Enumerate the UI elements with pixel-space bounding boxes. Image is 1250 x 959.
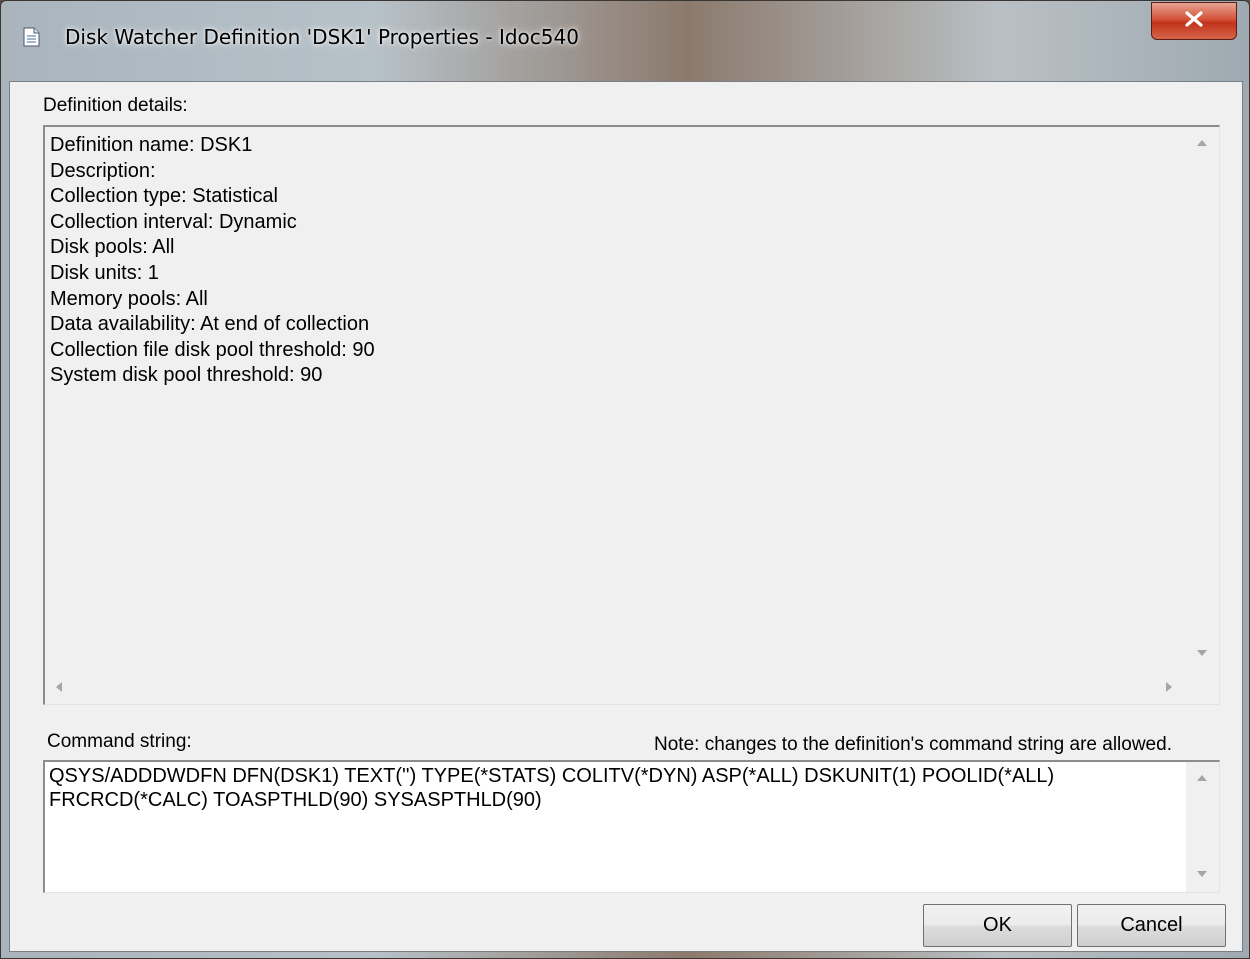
command-string-value[interactable]: QSYS/ADDDWDFN DFN(DSK1) TEXT('') TYPE(*S… <box>49 764 1169 812</box>
scroll-right-icon[interactable] <box>1166 682 1172 692</box>
window-title: Disk Watcher Definition 'DSK1' Propertie… <box>65 25 579 49</box>
detail-line: Collection interval: Dynamic <box>50 210 297 233</box>
command-string-label: Command string: <box>47 731 192 752</box>
close-icon <box>1185 11 1203 31</box>
command-vertical-scrollbar[interactable] <box>1186 762 1219 892</box>
title-bar[interactable]: Disk Watcher Definition 'DSK1' Propertie… <box>1 1 1249 79</box>
detail-line: Collection type: Statistical <box>50 185 278 208</box>
detail-line: Memory pools: All <box>50 287 208 310</box>
scroll-down-icon[interactable] <box>1197 650 1207 656</box>
scroll-left-icon[interactable] <box>56 682 62 692</box>
dialog-window: Disk Watcher Definition 'DSK1' Propertie… <box>0 0 1250 959</box>
definition-details-box[interactable]: Definition name: DSK1 Description: Colle… <box>43 125 1220 705</box>
detail-line: Disk pools: All <box>50 236 175 259</box>
detail-line: Data availability: At end of collection <box>50 313 370 336</box>
scroll-down-icon[interactable] <box>1197 871 1207 877</box>
detail-line: Disk units: 1 <box>50 261 159 284</box>
dialog-client-area: Definition details: Definition name: DSK… <box>9 81 1243 952</box>
scroll-up-icon[interactable] <box>1197 140 1207 146</box>
detail-line: Collection file disk pool threshold: 90 <box>50 338 375 361</box>
ok-button[interactable]: OK <box>923 904 1072 947</box>
detail-line: Definition name: DSK1 <box>50 134 253 156</box>
close-button[interactable] <box>1151 2 1237 40</box>
detail-line: Description: <box>50 159 156 182</box>
scroll-up-icon[interactable] <box>1197 775 1207 781</box>
cancel-button[interactable]: Cancel <box>1077 904 1226 947</box>
detail-line: System disk pool threshold: 90 <box>50 364 323 387</box>
details-vertical-scrollbar[interactable] <box>1186 127 1219 672</box>
command-note-text: Note: changes to the definition's comman… <box>654 734 1172 755</box>
definition-details-text: Definition name: DSK1 Description: Colle… <box>50 133 375 389</box>
document-icon <box>23 27 40 47</box>
details-horizontal-scrollbar[interactable] <box>45 672 1187 704</box>
definition-details-label: Definition details: <box>43 95 188 116</box>
command-string-field[interactable]: QSYS/ADDDWDFN DFN(DSK1) TEXT('') TYPE(*S… <box>43 760 1220 893</box>
